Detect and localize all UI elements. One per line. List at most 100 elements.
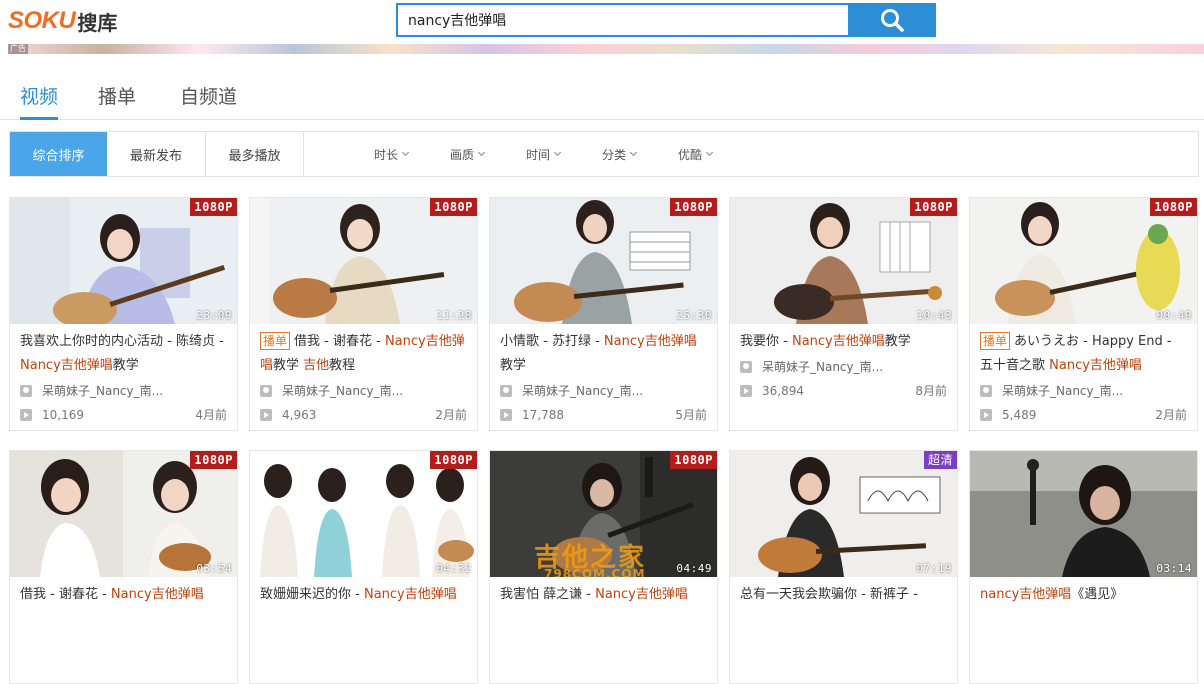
title-highlight: Nancy吉他弹唱 [595,587,688,602]
thumbnail-image [250,198,477,324]
video-duration: 10:43 [916,309,952,322]
search-input[interactable] [398,5,850,35]
title-text: 教学 [884,334,911,349]
publish-time: 4月前 [195,408,227,422]
title-text: 总有一天我会欺骗你 - 新裤子 - [740,587,918,602]
user-icon [740,360,752,373]
title-text: 我喜欢上你时的内心活动 - 陈绮贞 - [20,334,224,349]
chevron-down-icon [553,148,562,157]
play-count-icon [500,408,512,421]
quality-badge: 超清 [923,451,957,469]
soku-logo[interactable]: SOKU 搜库 [8,6,117,36]
play-count: 17,788 [522,407,564,422]
video-title[interactable]: 致姗姗来迟的你 - Nancy吉他弹唱 [260,583,467,631]
watermark-sub: 798COM.COM [544,567,646,577]
thumbnail-image [10,451,237,577]
video-card[interactable]: 1080P 03:54 借我 - 谢春花 - Nancy吉他弹唱 [9,450,238,684]
author-name[interactable]: 呆萌妹子_Nancy_南... [522,382,643,399]
video-title[interactable]: nancy吉他弹唱《遇见》 [980,583,1187,631]
play-count-icon [740,384,752,397]
video-card[interactable]: 1080P 00:49 播单 あいうえお - Happy End - 五十音之歌 … [969,197,1198,431]
video-card[interactable]: 03:14 nancy吉他弹唱《遇见》 [969,450,1198,684]
title-text: 借我 - 谢春花 - [294,334,385,349]
video-card[interactable]: 1080P 10:43 我要你 - Nancy吉他弹唱教学 呆萌妹子_Nancy… [729,197,958,431]
title-text: 借我 - 谢春花 - [20,587,111,602]
quality-badge: 1080P [1150,198,1197,216]
video-thumbnail[interactable]: 03:14 [970,451,1197,577]
author-name[interactable]: 呆萌妹子_Nancy_南... [762,358,883,375]
title-highlight: Nancy吉他弹唱 [20,358,113,373]
video-card[interactable]: 1080P 吉他之家 798COM.COM 04:49 我害怕 薛之谦 - Na… [489,450,718,684]
video-thumbnail[interactable]: 1080P 吉他之家 798COM.COM 04:49 [490,451,717,577]
video-duration: 00:49 [1156,309,1192,322]
play-count: 5,489 [1002,407,1037,422]
filter-duration[interactable]: 时长 [374,132,410,176]
video-thumbnail[interactable]: 超清 07:19 [730,451,957,577]
publish-time: 5月前 [675,408,707,422]
search-icon [881,9,904,32]
filter-source[interactable]: 优酷 [678,132,714,176]
title-highlight: Nancy吉他弹唱 [791,334,885,349]
publish-time: 2月前 [1155,408,1187,422]
logo-text-en: SOKU [8,7,76,34]
tab-playlist[interactable]: 播单 [98,82,136,117]
chevron-down-icon [401,148,410,157]
video-duration: 11:28 [436,309,472,322]
play-count-icon [260,408,272,421]
video-title[interactable]: 播单 あいうえお - Happy End - 五十音之歌 Nancy吉他弹唱 [980,330,1187,378]
quality-badge: 1080P [190,451,237,469]
video-thumbnail[interactable]: 1080P 04:32 [250,451,477,577]
sort-comprehensive[interactable]: 综合排序 [10,132,107,176]
filter-time[interactable]: 时间 [526,132,562,176]
author-name[interactable]: 呆萌妹子_Nancy_南... [42,382,163,399]
title-highlight: Nancy吉他弹唱 [363,587,457,602]
filter-duration-label: 时长 [374,147,399,162]
video-title[interactable]: 我喜欢上你时的内心活动 - 陈绮贞 - Nancy吉他弹唱教学 [20,330,227,378]
filter-quality[interactable]: 画质 [450,132,486,176]
video-card[interactable]: 1080P 25:30 小情歌 - 苏打绿 - Nancy吉他弹唱教学 呆萌妹子… [489,197,718,431]
video-thumbnail[interactable]: 1080P 11:28 [250,198,477,324]
video-title[interactable]: 我害怕 薛之谦 - Nancy吉他弹唱 [500,583,707,631]
play-count: 10,169 [42,407,84,422]
video-duration: 23:09 [196,309,232,322]
video-card[interactable]: 1080P 11:28 播单 借我 - 谢春花 - Nancy吉他弹唱教学 吉他教… [249,197,478,431]
title-text: 我要你 - [740,334,792,349]
title-text: 教学 [112,358,139,373]
video-thumbnail[interactable]: 1080P 23:09 [10,198,237,324]
video-card[interactable]: 1080P 04:32 致姗姗来迟的你 - Nancy吉他弹唱 [249,450,478,684]
video-title[interactable]: 小情歌 - 苏打绿 - Nancy吉他弹唱教学 [500,330,707,378]
search-button[interactable] [848,3,936,37]
filter-category-label: 分类 [602,147,627,162]
header: SOKU 搜库 [0,0,1204,44]
video-thumbnail[interactable]: 1080P 10:43 [730,198,957,324]
ad-banner[interactable]: 广告 [8,44,1204,54]
video-thumbnail[interactable]: 1080P 00:49 [970,198,1197,324]
result-type-tabs: 视频 播单 自频道 [0,68,1204,120]
video-card[interactable]: 1080P 23:09 我喜欢上你时的内心活动 - 陈绮贞 - Nancy吉他弹… [9,197,238,431]
logo-text-cn: 搜库 [77,10,118,35]
author-name[interactable]: 呆萌妹子_Nancy_南... [1002,382,1123,399]
title-highlight: Nancy吉他弹唱 [603,334,697,349]
filter-time-label: 时间 [526,147,551,162]
sort-newest[interactable]: 最新发布 [107,132,206,176]
quality-badge: 1080P [430,451,477,469]
title-highlight: Nancy吉他弹唱 [110,587,204,602]
video-title[interactable]: 总有一天我会欺骗你 - 新裤子 - [740,583,947,631]
title-highlight: Nancy吉他弹唱 [1049,358,1142,373]
video-thumbnail[interactable]: 1080P 25:30 [490,198,717,324]
title-text: 《遇见》 [1071,587,1124,602]
thumbnail-image [730,198,957,324]
tab-video[interactable]: 视频 [20,82,59,120]
thumbnail-image [10,198,237,324]
video-title[interactable]: 播单 借我 - 谢春花 - Nancy吉他弹唱教学 吉他教程 [260,330,467,378]
tab-channel[interactable]: 自频道 [180,82,237,117]
author-name[interactable]: 呆萌妹子_Nancy_南... [282,382,403,399]
thumbnail-image [490,198,717,324]
video-card[interactable]: 超清 07:19 总有一天我会欺骗你 - 新裤子 - [729,450,958,684]
thumbnail-image [970,451,1197,577]
video-thumbnail[interactable]: 1080P 03:54 [10,451,237,577]
sort-most-played[interactable]: 最多播放 [206,132,304,176]
video-title[interactable]: 借我 - 谢春花 - Nancy吉他弹唱 [20,583,227,631]
title-text: 我害怕 薛之谦 - [500,587,596,602]
filter-category[interactable]: 分类 [602,132,638,176]
